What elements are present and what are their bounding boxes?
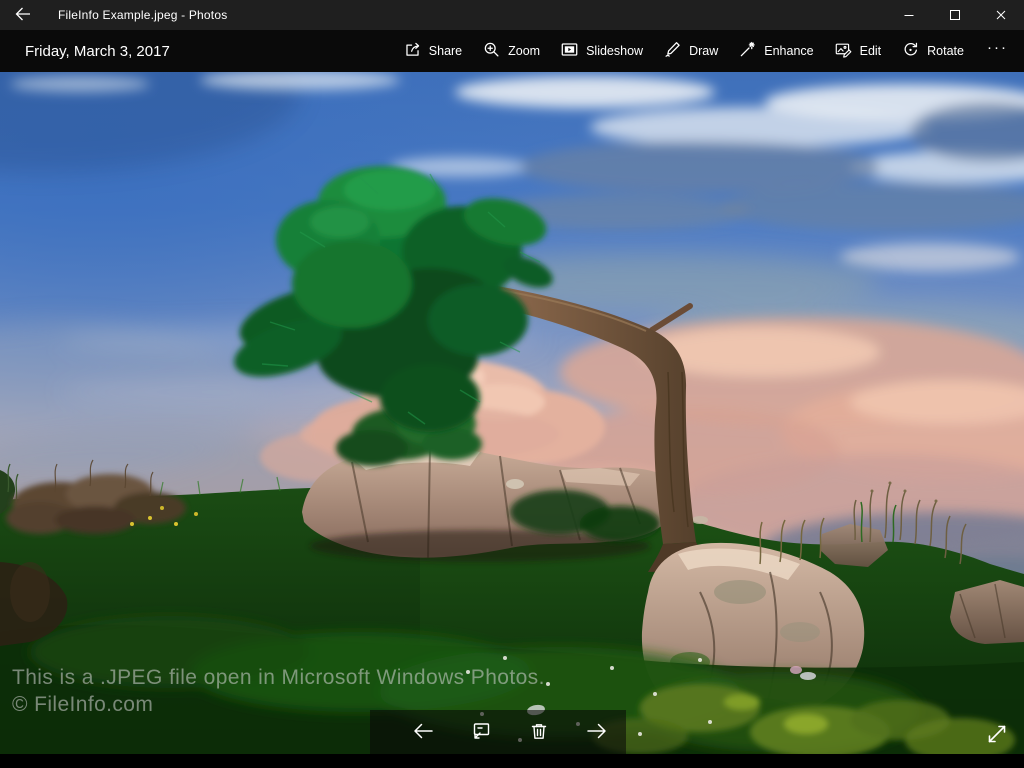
share-label: Share — [429, 44, 462, 58]
previous-photo-button[interactable] — [394, 710, 452, 754]
photo-stage: This is a .JPEG file open in Microsoft W… — [0, 72, 1024, 754]
draw-button[interactable]: Draw — [664, 41, 718, 61]
share-button[interactable]: Share — [404, 41, 462, 61]
photo-image — [0, 72, 1024, 754]
next-arrow-icon — [586, 720, 608, 745]
next-photo-button[interactable] — [568, 710, 626, 754]
rotate-button[interactable]: Rotate — [902, 41, 964, 61]
see-more-icon: ··· — [987, 39, 1008, 56]
minimize-button[interactable] — [886, 0, 932, 30]
fullscreen-button[interactable] — [978, 716, 1016, 754]
photo-controls-bar — [370, 710, 626, 754]
enhance-button[interactable]: Enhance — [739, 41, 813, 61]
photo-date-label: Friday, March 3, 2017 — [25, 43, 170, 60]
delete-button[interactable] — [510, 710, 568, 754]
add-to-button[interactable] — [452, 710, 510, 754]
close-icon — [996, 8, 1006, 23]
close-button[interactable] — [978, 0, 1024, 30]
titlebar[interactable]: FileInfo Example.jpeg - Photos — [0, 0, 1024, 30]
slideshow-icon — [561, 41, 578, 61]
edit-button[interactable]: Edit — [835, 41, 882, 61]
zoom-button[interactable]: Zoom — [483, 41, 540, 61]
window-controls — [886, 0, 1024, 30]
enhance-label: Enhance — [764, 44, 813, 58]
commandbar: Friday, March 3, 2017 Share Zoom — [0, 30, 1024, 72]
draw-pen-icon — [664, 41, 681, 61]
see-more-button[interactable]: ··· — [985, 43, 1012, 59]
rotate-icon — [902, 41, 919, 61]
photos-app-window: { "window": { "title": "FileInfo Example… — [0, 0, 1024, 768]
bottom-strip — [0, 754, 1024, 768]
minimize-icon — [904, 8, 914, 23]
zoom-magnifier-icon — [483, 41, 500, 61]
zoom-label: Zoom — [508, 44, 540, 58]
maximize-icon — [950, 8, 960, 23]
window-title: FileInfo Example.jpeg - Photos — [58, 8, 227, 22]
edit-label: Edit — [860, 44, 882, 58]
enhance-wand-icon — [739, 41, 756, 61]
share-icon — [404, 41, 421, 61]
slideshow-button[interactable]: Slideshow — [561, 41, 643, 61]
maximize-button[interactable] — [932, 0, 978, 30]
add-to-icon — [470, 720, 492, 745]
commandbar-actions: Share Zoom Slideshow — [404, 41, 1012, 61]
back-arrow-icon — [15, 6, 31, 25]
rotate-label: Rotate — [927, 44, 964, 58]
delete-trash-icon — [528, 720, 550, 745]
previous-arrow-icon — [412, 720, 434, 745]
fullscreen-icon — [984, 721, 1010, 750]
watermark-line1: This is a .JPEG file open in Microsoft W… — [12, 664, 545, 691]
draw-label: Draw — [689, 44, 718, 58]
slideshow-label: Slideshow — [586, 44, 643, 58]
edit-icon — [835, 41, 852, 61]
back-button[interactable] — [0, 0, 46, 30]
